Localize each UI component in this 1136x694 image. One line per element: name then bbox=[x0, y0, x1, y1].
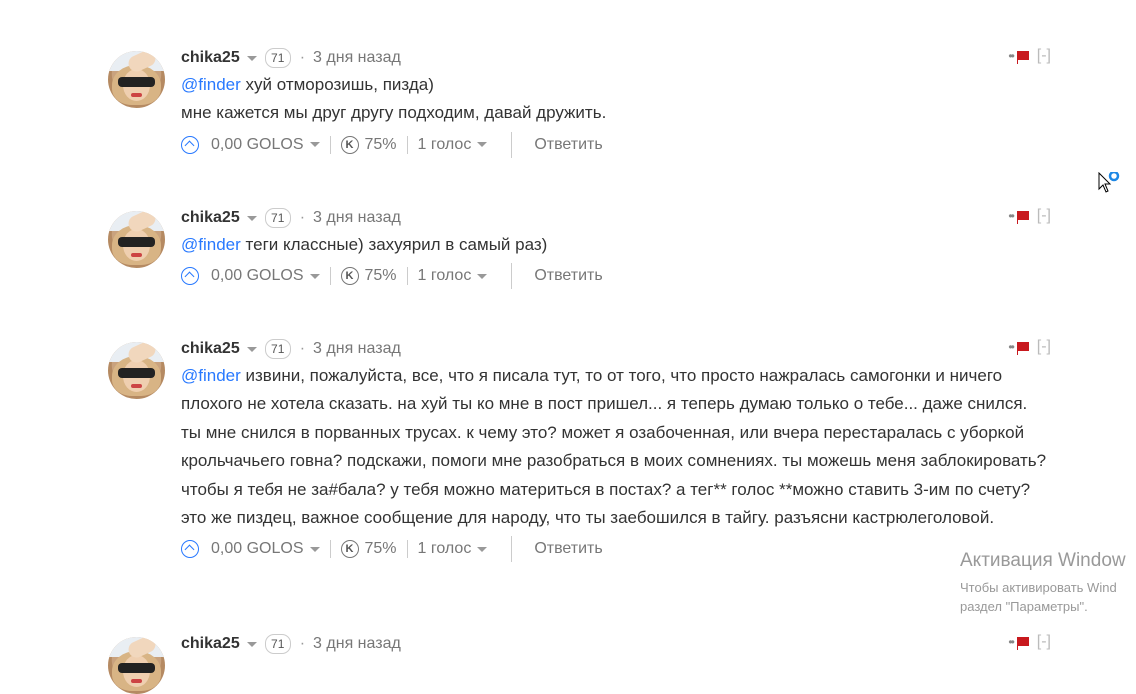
payout-value[interactable]: 0,00 GOLOS bbox=[211, 540, 304, 558]
avatar[interactable] bbox=[108, 211, 165, 268]
collapse-button[interactable]: [-] bbox=[1037, 207, 1051, 225]
collapse-button[interactable]: [-] bbox=[1037, 338, 1051, 356]
comment-text: @finder хуй отморозишь, пизда) мне кажет… bbox=[181, 75, 607, 123]
upvote-icon[interactable] bbox=[181, 135, 199, 154]
collapse-button[interactable]: [-] bbox=[1037, 47, 1051, 65]
reputation-badge: 71 bbox=[264, 339, 291, 359]
reputation-badge: 71 bbox=[264, 208, 291, 228]
payout-chevron-icon[interactable] bbox=[309, 546, 320, 552]
author-menu-chevron-icon[interactable] bbox=[246, 346, 257, 352]
avatar[interactable] bbox=[108, 637, 165, 694]
comment-time[interactable]: 3 дня назад bbox=[313, 49, 401, 67]
comment-text: @finder извини, пожалуйста, все, что я п… bbox=[181, 366, 1047, 528]
collapse-button[interactable]: [-] bbox=[1037, 633, 1051, 651]
author-name[interactable]: chika25 bbox=[181, 49, 240, 67]
votes-count[interactable]: 1 голос bbox=[418, 540, 472, 558]
author-menu-chevron-icon[interactable] bbox=[246, 641, 257, 647]
author-menu-chevron-icon[interactable] bbox=[246, 55, 257, 61]
curation-percent: 75% bbox=[364, 267, 397, 285]
reply-button[interactable]: Ответить bbox=[534, 267, 602, 285]
divider bbox=[329, 267, 331, 286]
divider bbox=[329, 540, 331, 559]
comment-time[interactable]: 3 дня назад bbox=[313, 635, 401, 653]
author-name[interactable]: chika25 bbox=[181, 209, 240, 227]
reputation-badge: 71 bbox=[264, 634, 291, 654]
separator-dot: · bbox=[299, 49, 306, 66]
divider bbox=[511, 536, 513, 563]
votes-chevron-icon[interactable] bbox=[477, 273, 488, 279]
divider bbox=[511, 263, 513, 290]
reply-button[interactable]: Ответить bbox=[534, 540, 602, 558]
reply-button[interactable]: Ответить bbox=[534, 136, 602, 154]
flag-menu-icon[interactable]: •• bbox=[1008, 49, 1015, 63]
author-menu-chevron-icon[interactable] bbox=[246, 215, 257, 221]
comment-time[interactable]: 3 дня назад bbox=[313, 209, 401, 227]
avatar[interactable] bbox=[108, 51, 165, 108]
comment-text: @finder теги классные) захуярил в самый … bbox=[181, 235, 548, 254]
votes-count[interactable]: 1 голос bbox=[418, 136, 472, 154]
divider bbox=[406, 267, 408, 286]
divider bbox=[406, 135, 408, 154]
activation-line-2: раздел "Параметры". bbox=[960, 599, 1088, 614]
payout-value[interactable]: 0,00 GOLOS bbox=[211, 267, 304, 285]
separator-dot: · bbox=[299, 209, 306, 226]
flag-menu-icon[interactable]: •• bbox=[1008, 209, 1015, 223]
reputation-badge: 71 bbox=[264, 48, 291, 68]
curation-percent: 75% bbox=[364, 135, 397, 153]
avatar[interactable] bbox=[108, 342, 165, 399]
activation-title: Активация Window bbox=[960, 550, 1126, 571]
activation-line-1: Чтобы активировать Wind bbox=[960, 580, 1117, 595]
votes-chevron-icon[interactable] bbox=[477, 142, 488, 148]
upvote-icon[interactable] bbox=[181, 267, 199, 286]
divider bbox=[511, 131, 513, 158]
curation-percent: 75% bbox=[364, 540, 397, 558]
mouse-cursor-icon bbox=[1098, 170, 1124, 201]
separator-dot: · bbox=[299, 340, 306, 357]
curation-icon: K bbox=[340, 135, 359, 154]
payout-value[interactable]: 0,00 GOLOS bbox=[211, 136, 304, 154]
divider bbox=[406, 540, 408, 559]
mention-link[interactable]: @finder bbox=[181, 75, 241, 94]
separator-dot: · bbox=[299, 635, 306, 652]
flag-menu-icon[interactable]: •• bbox=[1008, 340, 1015, 354]
mention-link[interactable]: @finder bbox=[181, 235, 241, 254]
author-name[interactable]: chika25 bbox=[181, 340, 240, 358]
author-name[interactable]: chika25 bbox=[181, 635, 240, 653]
windows-activation-watermark: Активация Window Чтобы активировать Wind… bbox=[960, 550, 1126, 616]
payout-chevron-icon[interactable] bbox=[309, 273, 320, 279]
curation-icon: K bbox=[340, 267, 359, 286]
upvote-icon[interactable] bbox=[181, 540, 199, 559]
votes-chevron-icon[interactable] bbox=[477, 546, 488, 552]
comment-time[interactable]: 3 дня назад bbox=[313, 340, 401, 358]
mention-link[interactable]: @finder bbox=[181, 366, 241, 385]
votes-count[interactable]: 1 голос bbox=[418, 267, 472, 285]
flag-menu-icon[interactable]: •• bbox=[1008, 635, 1015, 649]
curation-icon: K bbox=[340, 540, 359, 559]
payout-chevron-icon[interactable] bbox=[309, 142, 320, 148]
divider bbox=[329, 135, 331, 154]
